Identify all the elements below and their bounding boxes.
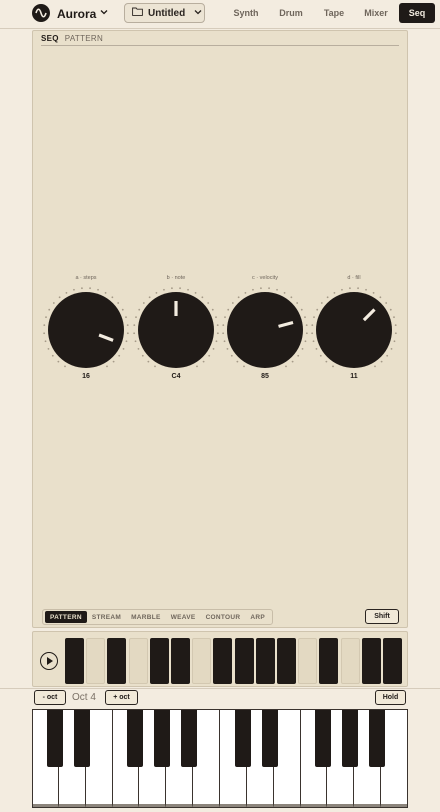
file-menu-button[interactable]: Untitled bbox=[124, 3, 205, 23]
mode-weave[interactable]: WEAVE bbox=[166, 611, 201, 623]
black-key[interactable] bbox=[342, 709, 359, 767]
step-6[interactable] bbox=[171, 638, 190, 684]
sequencer-panel: SEQ PATTERN a · steps 16 b · note C4 c ·… bbox=[32, 30, 408, 628]
mode-contour[interactable]: CONTOUR bbox=[201, 611, 246, 623]
knob-label-note: b · note bbox=[166, 275, 186, 281]
step-1[interactable] bbox=[65, 638, 84, 684]
black-key[interactable] bbox=[234, 709, 251, 767]
mode-stream[interactable]: STREAM bbox=[87, 611, 126, 623]
panel-tab-seq[interactable]: SEQ bbox=[41, 34, 59, 43]
step-13[interactable] bbox=[319, 638, 339, 684]
tab-synth[interactable]: Synth bbox=[226, 3, 266, 23]
black-key[interactable] bbox=[181, 709, 198, 767]
shift-button[interactable]: Shift bbox=[365, 609, 399, 624]
tab-seq[interactable]: Seq bbox=[399, 3, 435, 23]
play-icon bbox=[47, 657, 53, 665]
knob-fill[interactable] bbox=[310, 286, 398, 374]
app-name[interactable]: Aurora bbox=[57, 7, 96, 21]
keyboard-divider bbox=[0, 688, 440, 689]
panel-tabs: SEQ PATTERN bbox=[41, 34, 103, 43]
mode-selector: PATTERN STREAM MARBLE WEAVE CONTOUR ARP bbox=[42, 609, 274, 625]
step-5[interactable] bbox=[149, 638, 169, 684]
white-key[interactable] bbox=[193, 709, 220, 808]
panel-divider bbox=[41, 45, 399, 46]
black-key[interactable] bbox=[46, 709, 63, 767]
black-key[interactable] bbox=[127, 709, 144, 767]
step-10[interactable] bbox=[255, 638, 275, 684]
black-key[interactable] bbox=[369, 709, 386, 767]
header-divider bbox=[0, 28, 440, 29]
file-name: Untitled bbox=[148, 7, 186, 19]
mode-pattern[interactable]: PATTERN bbox=[45, 611, 87, 623]
header: Aurora Untitled Synth Drum Tape Mixer Se… bbox=[0, 0, 440, 28]
panel-tab-pattern[interactable]: PATTERN bbox=[65, 34, 103, 43]
octave-down-button[interactable]: - oct bbox=[34, 690, 66, 705]
step-8[interactable] bbox=[213, 638, 233, 684]
chevron-down-icon bbox=[194, 8, 202, 18]
knob-value-fill: 11 bbox=[350, 373, 358, 380]
white-key[interactable] bbox=[381, 709, 408, 808]
folder-icon bbox=[132, 7, 143, 19]
waveform-icon[interactable] bbox=[32, 4, 50, 22]
knob-velocity[interactable] bbox=[221, 286, 309, 374]
chevron-down-icon[interactable] bbox=[100, 8, 108, 18]
play-button[interactable] bbox=[40, 652, 58, 670]
step-14[interactable] bbox=[340, 638, 360, 684]
step-sequencer bbox=[32, 631, 408, 687]
knob-value-note: C4 bbox=[171, 373, 181, 380]
tab-drum[interactable]: Drum bbox=[271, 3, 311, 23]
tab-mixer[interactable]: Mixer bbox=[356, 3, 396, 23]
white-key[interactable] bbox=[85, 709, 113, 808]
black-key[interactable] bbox=[154, 709, 171, 767]
step-16[interactable] bbox=[383, 638, 402, 684]
step-11[interactable] bbox=[277, 638, 296, 684]
hold-button[interactable]: Hold bbox=[375, 690, 406, 705]
step-7[interactable] bbox=[192, 638, 212, 684]
knob-value-velocity: 85 bbox=[261, 373, 269, 380]
step-12[interactable] bbox=[298, 638, 318, 684]
piano-keyboard bbox=[32, 709, 408, 808]
black-key[interactable] bbox=[261, 709, 278, 767]
knob-label-fill: d · fill bbox=[347, 275, 361, 281]
tab-tape[interactable]: Tape bbox=[314, 3, 354, 23]
black-key[interactable] bbox=[315, 709, 332, 767]
step-3[interactable] bbox=[107, 638, 127, 684]
date-label: Oct 4 bbox=[72, 692, 96, 703]
step-15[interactable] bbox=[361, 638, 381, 684]
knob-label-steps: a · steps bbox=[75, 275, 97, 281]
step-4[interactable] bbox=[128, 638, 148, 684]
step-2[interactable] bbox=[86, 638, 106, 684]
knob-note[interactable] bbox=[132, 286, 220, 374]
mode-arp[interactable]: ARP bbox=[245, 611, 270, 623]
mode-marble[interactable]: MARBLE bbox=[126, 611, 166, 623]
knob-value-steps: 16 bbox=[82, 373, 90, 380]
white-key[interactable] bbox=[273, 709, 301, 808]
knob-label-velocity: c · velocity bbox=[252, 275, 278, 281]
knob-steps[interactable] bbox=[42, 286, 130, 374]
octave-up-button[interactable]: + oct bbox=[105, 690, 138, 705]
step-9[interactable] bbox=[234, 638, 254, 684]
black-key[interactable] bbox=[73, 709, 90, 767]
